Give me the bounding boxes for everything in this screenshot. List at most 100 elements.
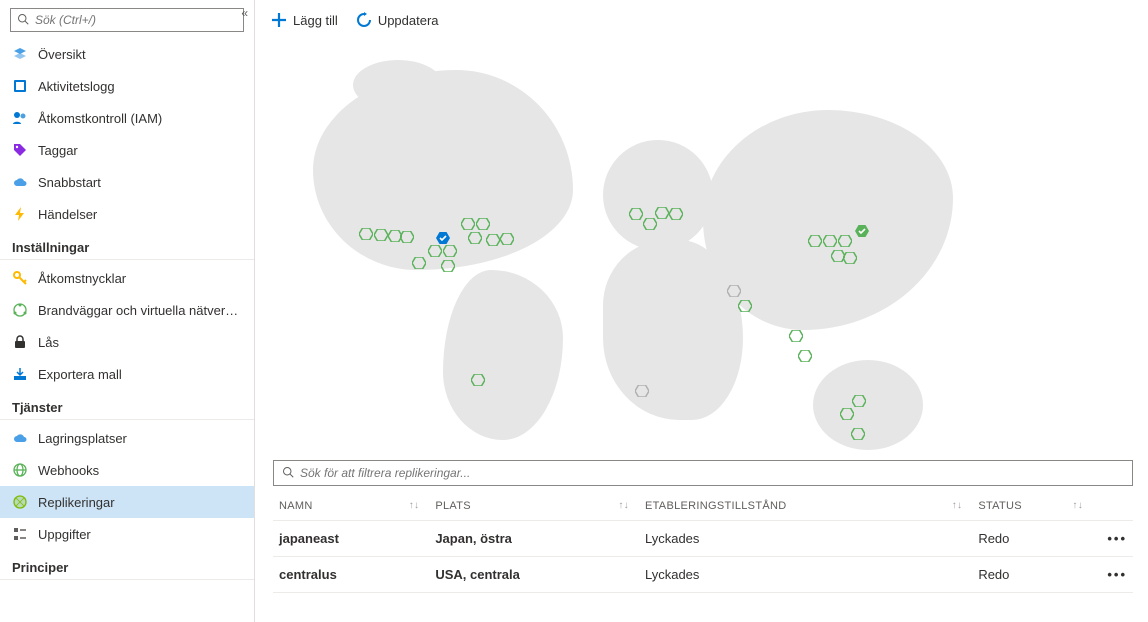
map-marker[interactable] (374, 229, 388, 241)
sidebar-item-firewalls[interactable]: Brandväggar och virtuella nätverk (... (0, 294, 254, 326)
plus-icon (271, 12, 287, 28)
map-marker[interactable] (359, 228, 373, 240)
sidebar-item-label: Webhooks (38, 463, 99, 478)
sort-icon: ↑↓ (952, 500, 963, 511)
sidebar-item-quickstart[interactable]: Snabbstart (0, 166, 254, 198)
sidebar-item-overview[interactable]: Översikt (0, 38, 254, 70)
map-marker[interactable] (500, 233, 514, 245)
sidebar-item-label: Lås (38, 335, 59, 350)
cell-location: Japan, östra (429, 521, 639, 557)
col-name[interactable]: NAMN↑↓ (273, 492, 429, 521)
map-marker[interactable] (855, 225, 869, 237)
map-marker[interactable] (441, 260, 455, 272)
sort-icon: ↑↓ (409, 500, 420, 511)
map-marker[interactable] (798, 350, 812, 362)
refresh-button[interactable]: Uppdatera (356, 12, 439, 28)
map-marker[interactable] (840, 408, 854, 420)
world-map (273, 50, 1133, 450)
map-marker[interactable] (655, 207, 669, 219)
sidebar-item-webhooks[interactable]: Webhooks (0, 454, 254, 486)
map-marker[interactable] (476, 218, 490, 230)
map-marker[interactable] (461, 218, 475, 230)
sidebar-item-repositories[interactable]: Lagringsplatser (0, 422, 254, 454)
table-row[interactable]: centralusUSA, centralaLyckadesRedo••• (273, 557, 1133, 593)
sidebar-search[interactable] (10, 8, 244, 32)
sidebar-item-events[interactable]: Händelser (0, 198, 254, 230)
cell-provisioning: Lyckades (639, 521, 972, 557)
search-icon (17, 13, 29, 28)
sidebar-item-label: Lagringsplatser (38, 431, 127, 446)
map-marker[interactable] (738, 300, 752, 312)
sidebar-search-input[interactable] (35, 13, 237, 27)
filter-box[interactable] (273, 460, 1133, 486)
refresh-icon (356, 12, 372, 28)
sidebar-item-label: Översikt (38, 47, 86, 62)
globe-icon (12, 462, 28, 478)
map-marker[interactable] (412, 257, 426, 269)
sidebar-item-activitylog[interactable]: Aktivitetslogg (0, 70, 254, 102)
sidebar-item-label: Taggar (38, 143, 78, 158)
map-marker[interactable] (808, 235, 822, 247)
people-icon (12, 110, 28, 126)
nav-header: Inställningar (0, 230, 254, 260)
row-actions[interactable]: ••• (1093, 557, 1133, 593)
cell-status: Redo (972, 557, 1093, 593)
bolt-icon (12, 206, 28, 222)
map-marker[interactable] (831, 250, 845, 262)
map-marker[interactable] (443, 245, 457, 257)
map-marker[interactable] (471, 374, 485, 386)
sidebar-item-label: Aktivitetslogg (38, 79, 115, 94)
tasks-icon (12, 526, 28, 542)
map-marker[interactable] (486, 234, 500, 246)
map-marker[interactable] (428, 245, 442, 257)
map-marker[interactable] (727, 285, 741, 297)
col-status[interactable]: STATUS↑↓ (972, 492, 1093, 521)
sidebar-item-locks[interactable]: Lås (0, 326, 254, 358)
map-marker[interactable] (843, 252, 857, 264)
log-icon (12, 78, 28, 94)
filter-input[interactable] (300, 466, 1124, 480)
sidebar-item-replications[interactable]: Replikeringar (0, 486, 254, 518)
sidebar-collapse-icon[interactable]: « (241, 6, 248, 20)
sort-icon: ↑↓ (1072, 500, 1083, 511)
tag-icon (12, 142, 28, 158)
map-marker[interactable] (669, 208, 683, 220)
cloud2-icon (12, 430, 28, 446)
table-row[interactable]: japaneastJapan, östraLyckadesRedo••• (273, 521, 1133, 557)
map-marker[interactable] (468, 232, 482, 244)
search-icon (282, 466, 294, 481)
map-marker[interactable] (823, 235, 837, 247)
cell-provisioning: Lyckades (639, 557, 972, 593)
sidebar-item-label: Händelser (38, 207, 97, 222)
sidebar-item-iam[interactable]: Åtkomstkontroll (IAM) (0, 102, 254, 134)
map-marker[interactable] (400, 231, 414, 243)
toolbar: Lägg till Uppdatera (255, 0, 1148, 40)
map-marker[interactable] (629, 208, 643, 220)
sidebar-item-label: Brandväggar och virtuella nätverk (... (38, 303, 242, 318)
add-button-label: Lägg till (293, 13, 338, 28)
map-marker[interactable] (851, 428, 865, 440)
sidebar-item-label: Exportera mall (38, 367, 122, 382)
sidebar-item-label: Snabbstart (38, 175, 101, 190)
sidebar-item-tasks[interactable]: Uppgifter (0, 518, 254, 550)
nav-header: Principer (0, 550, 254, 580)
sidebar-item-export[interactable]: Exportera mall (0, 358, 254, 390)
map-landmass (703, 110, 953, 330)
map-marker[interactable] (789, 330, 803, 342)
map-marker[interactable] (635, 385, 649, 397)
col-provisioning[interactable]: ETABLERINGSTILLSTÅND↑↓ (639, 492, 972, 521)
sidebar-item-accesskeys[interactable]: Åtkomstnycklar (0, 262, 254, 294)
map-landmass (443, 270, 563, 440)
cell-name: centralus (273, 557, 429, 593)
lock-icon (12, 334, 28, 350)
map-marker[interactable] (643, 218, 657, 230)
main-panel: Lägg till Uppdatera (255, 0, 1148, 622)
sidebar-item-tags[interactable]: Taggar (0, 134, 254, 166)
col-location[interactable]: PLATS↑↓ (429, 492, 639, 521)
map-marker[interactable] (852, 395, 866, 407)
map-marker[interactable] (838, 235, 852, 247)
add-button[interactable]: Lägg till (271, 12, 338, 28)
row-actions[interactable]: ••• (1093, 521, 1133, 557)
map-marker[interactable] (436, 232, 450, 244)
sidebar-item-label: Replikeringar (38, 495, 115, 510)
